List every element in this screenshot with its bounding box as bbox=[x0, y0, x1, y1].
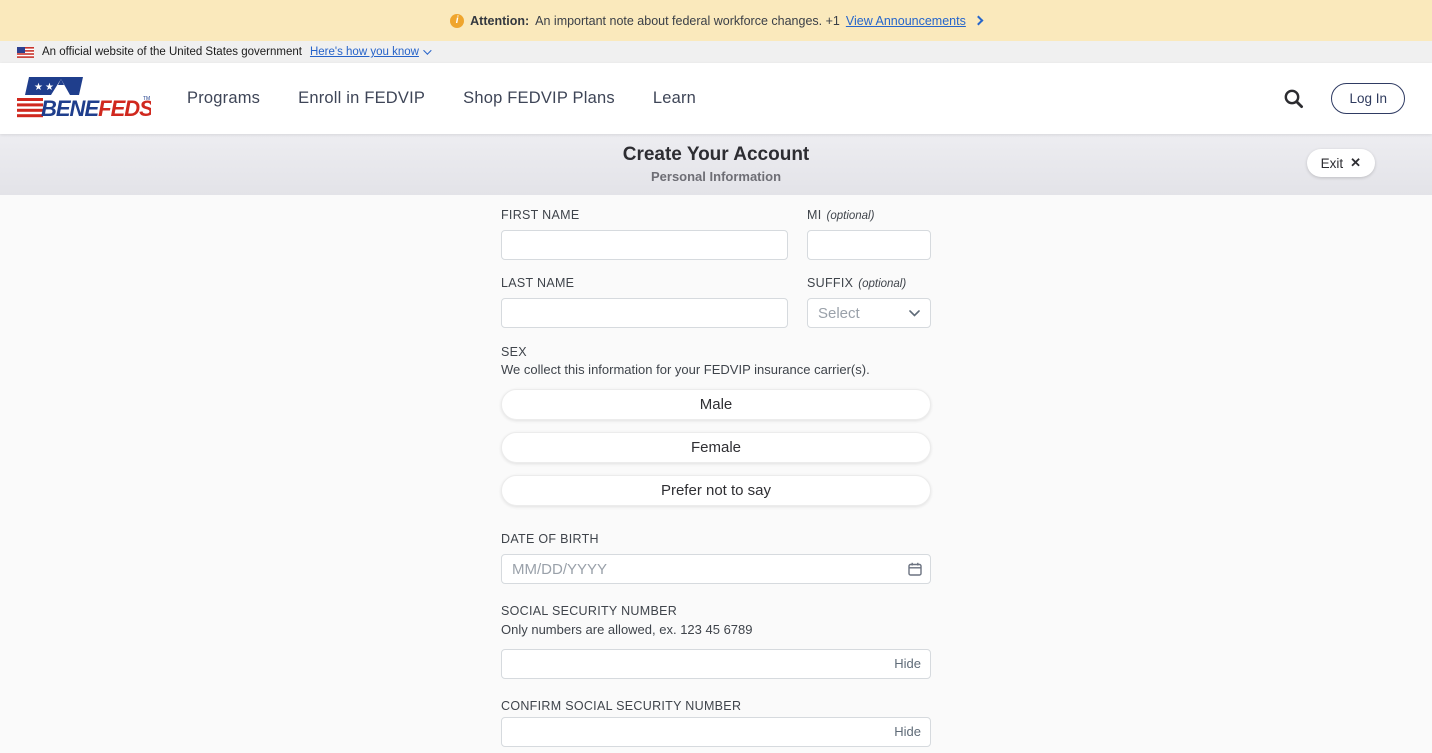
sex-section: SEX We collect this information for your… bbox=[501, 345, 931, 506]
confirm-ssn-label: CONFIRM SOCIAL SECURITY NUMBER bbox=[501, 699, 931, 713]
dob-field[interactable] bbox=[501, 554, 931, 584]
nav-enroll-in-fedvip[interactable]: Enroll in FEDVIP bbox=[298, 89, 425, 108]
attention-banner: i Attention: An important note about fed… bbox=[0, 0, 1432, 41]
svg-text:★: ★ bbox=[34, 82, 43, 93]
view-announcements-link[interactable]: View Announcements bbox=[846, 14, 966, 28]
nav-programs[interactable]: Programs bbox=[187, 89, 260, 108]
last-name-field[interactable] bbox=[501, 298, 788, 328]
nav-shop-fedvip-plans[interactable]: Shop FEDVIP Plans bbox=[463, 89, 615, 108]
how-you-know-label: Here's how you know bbox=[310, 46, 419, 58]
page-subtitle: Personal Information bbox=[0, 169, 1432, 184]
first-name-label: FIRST NAME bbox=[501, 208, 788, 222]
ssn-helper-text: Only numbers are allowed, ex. 123 45 678… bbox=[501, 622, 931, 637]
info-icon: i bbox=[450, 14, 464, 28]
search-icon bbox=[1283, 88, 1304, 109]
confirm-ssn-field[interactable] bbox=[501, 717, 931, 747]
sex-label: SEX bbox=[501, 345, 931, 359]
ssn-field[interactable] bbox=[501, 649, 931, 679]
calendar-icon[interactable] bbox=[908, 562, 922, 581]
confirm-ssn-section: CONFIRM SOCIAL SECURITY NUMBER Hide bbox=[501, 699, 931, 747]
nav-learn[interactable]: Learn bbox=[653, 89, 696, 108]
suffix-select[interactable]: Select bbox=[807, 298, 931, 328]
chevron-down-icon bbox=[909, 310, 920, 317]
page-header-band: Create Your Account Personal Information… bbox=[0, 134, 1432, 195]
us-flag-icon bbox=[17, 47, 34, 58]
svg-text:BENEFEDS: BENEFEDS bbox=[41, 96, 151, 118]
svg-text:TM: TM bbox=[143, 96, 150, 102]
benefeds-logo[interactable]: ★ ★ BENEFEDS TM bbox=[17, 74, 151, 123]
account-form: FIRST NAME MI (optional) LAST NAME SUFFIX… bbox=[501, 208, 931, 747]
search-button[interactable] bbox=[1283, 88, 1304, 109]
close-icon: ✕ bbox=[1350, 155, 1361, 171]
ssn-input-wrap: Hide bbox=[501, 649, 931, 679]
mi-field[interactable] bbox=[807, 230, 931, 260]
last-name-label: LAST NAME bbox=[501, 276, 788, 290]
suffix-label-text: SUFFIX bbox=[807, 276, 853, 290]
mi-group: MI (optional) bbox=[807, 208, 931, 260]
chevron-down-icon bbox=[423, 46, 431, 54]
confirm-ssn-hide-toggle[interactable]: Hide bbox=[894, 724, 921, 739]
log-in-button[interactable]: Log In bbox=[1331, 83, 1405, 114]
exit-label: Exit bbox=[1321, 156, 1344, 171]
site-header: ★ ★ BENEFEDS TM Programs Enroll in FEDVI… bbox=[0, 63, 1432, 134]
first-name-field[interactable] bbox=[501, 230, 788, 260]
sex-helper-text: We collect this information for your FED… bbox=[501, 362, 931, 377]
suffix-group: SUFFIX (optional) Select bbox=[807, 276, 931, 328]
mi-label: MI (optional) bbox=[807, 208, 931, 222]
main-content: FIRST NAME MI (optional) LAST NAME SUFFIX… bbox=[0, 195, 1432, 753]
sex-option-prefer-not-to-say[interactable]: Prefer not to say bbox=[501, 475, 931, 506]
lastname-row: LAST NAME SUFFIX (optional) Select bbox=[501, 276, 931, 328]
svg-text:★: ★ bbox=[45, 82, 54, 93]
dob-input-wrap bbox=[501, 554, 931, 584]
sex-option-male[interactable]: Male bbox=[501, 389, 931, 420]
dob-label: DATE OF BIRTH bbox=[501, 532, 931, 546]
gov-banner: An official website of the United States… bbox=[0, 41, 1432, 63]
attention-message: An important note about federal workforc… bbox=[535, 14, 840, 28]
ssn-hide-toggle[interactable]: Hide bbox=[894, 656, 921, 671]
suffix-optional-text: (optional) bbox=[858, 278, 906, 290]
suffix-select-value: Select bbox=[818, 305, 860, 322]
mi-label-text: MI bbox=[807, 208, 822, 222]
exit-button[interactable]: Exit ✕ bbox=[1307, 149, 1375, 177]
first-name-group: FIRST NAME bbox=[501, 208, 788, 260]
ssn-label: SOCIAL SECURITY NUMBER bbox=[501, 604, 931, 618]
suffix-label: SUFFIX (optional) bbox=[807, 276, 931, 290]
ssn-section: SOCIAL SECURITY NUMBER Only numbers are … bbox=[501, 604, 931, 679]
sex-option-female[interactable]: Female bbox=[501, 432, 931, 463]
benefeds-logo-graphic: ★ ★ BENEFEDS TM bbox=[17, 74, 151, 118]
how-you-know-link[interactable]: Here's how you know bbox=[310, 46, 429, 58]
last-name-group: LAST NAME bbox=[501, 276, 788, 328]
attention-label: Attention: bbox=[470, 14, 529, 28]
chevron-right-icon bbox=[973, 16, 983, 26]
main-nav: Programs Enroll in FEDVIP Shop FEDVIP Pl… bbox=[187, 89, 696, 108]
page-title: Create Your Account bbox=[0, 144, 1432, 166]
gov-banner-text: An official website of the United States… bbox=[42, 46, 302, 58]
mi-optional-text: (optional) bbox=[827, 210, 875, 222]
confirm-ssn-input-wrap: Hide bbox=[501, 717, 931, 747]
dob-section: DATE OF BIRTH bbox=[501, 532, 931, 584]
name-row: FIRST NAME MI (optional) bbox=[501, 208, 931, 260]
